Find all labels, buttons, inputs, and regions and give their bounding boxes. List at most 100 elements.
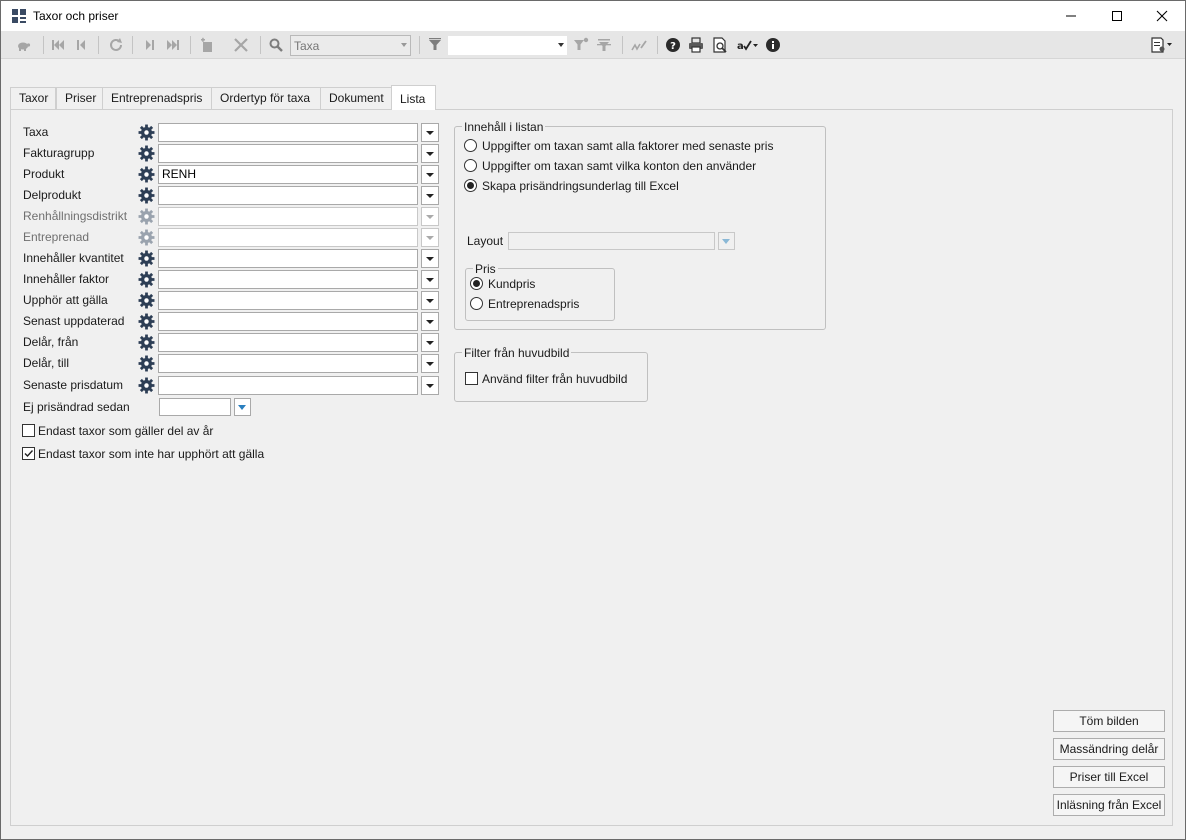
minimize-button[interactable] [1048, 1, 1094, 31]
kundpris-label: Kundpris [488, 277, 536, 291]
checkmark-icon [24, 450, 34, 458]
field-label-senast-uppdaterad: Senast uppdaterad [23, 314, 125, 328]
svg-text:?: ? [670, 41, 676, 52]
field-label-taxa: Taxa [23, 125, 49, 139]
entreprenadspris-radio[interactable] [470, 297, 483, 310]
layout-label: Layout [467, 234, 504, 248]
info-icon[interactable] [765, 37, 781, 53]
search-select[interactable]: Taxa [290, 35, 411, 56]
tab-dokument[interactable]: Dokument [320, 87, 392, 109]
delprodukt-input[interactable] [158, 186, 418, 205]
part-year-checkbox-label: Endast taxor som gäller del av år [38, 424, 214, 438]
innehaller-faktor-input[interactable] [158, 270, 418, 289]
tab-ordertyp-for-taxa[interactable]: Ordertyp för taxa [211, 87, 321, 109]
delete-icon[interactable] [233, 37, 249, 53]
fakturagrupp-dropdown-button[interactable] [421, 144, 439, 163]
tab-priser[interactable]: Priser [56, 87, 103, 109]
senast-uppdaterad-input[interactable] [158, 312, 418, 331]
field-label-renhallningsdistrikt: Renhållningsdistrikt [23, 209, 128, 223]
delar-fran-dropdown-button[interactable] [421, 333, 439, 352]
close-button[interactable] [1139, 1, 1185, 31]
produkt-input[interactable]: RENH [158, 165, 418, 184]
fakturagrupp-input[interactable] [158, 144, 418, 163]
tab-taxor[interactable]: Taxor [10, 87, 56, 109]
turtle-icon[interactable] [15, 37, 31, 53]
mass-change-part-year-button[interactable]: Massändring delår [1053, 738, 1165, 760]
produkt-dropdown-button[interactable] [421, 165, 439, 184]
app-grid-icon [12, 9, 26, 23]
innehaller-kvantitet-dropdown-button[interactable] [421, 249, 439, 268]
delprodukt-dropdown-button[interactable] [421, 186, 439, 205]
upphor-att-galla-dropdown-button[interactable] [421, 291, 439, 310]
filter-add-icon[interactable] [573, 37, 589, 53]
gear-icon[interactable] [138, 145, 155, 162]
filter-icon[interactable] [427, 37, 443, 53]
prices-to-excel-button[interactable]: Priser till Excel [1053, 766, 1165, 788]
delar-fran-input[interactable] [158, 333, 418, 352]
print-preview-icon[interactable] [712, 37, 728, 53]
filter-clear-icon[interactable] [596, 37, 612, 53]
import-from-excel-button[interactable]: Inläsning från Excel [1053, 794, 1165, 816]
senaste-prisdatum-dropdown-button[interactable] [421, 376, 439, 395]
field-label-ej-prisandrad-sedan: Ej prisändrad sedan [23, 400, 130, 414]
delar-till-input[interactable] [158, 354, 418, 373]
refresh-icon[interactable] [108, 37, 124, 53]
field-label-produkt: Produkt [23, 167, 65, 181]
clear-form-button[interactable]: Töm bilden [1053, 710, 1165, 732]
spellcheck-menu-icon[interactable]: a [737, 37, 759, 53]
settings-menu-icon[interactable] [1151, 37, 1173, 53]
use-main-filter-checkbox[interactable] [465, 372, 478, 385]
tab-entreprenadspris[interactable]: Entreprenadspris [102, 87, 212, 109]
content-option-all-factors-radio[interactable] [464, 139, 477, 152]
signature-icon[interactable] [631, 37, 647, 53]
field-label-senaste-prisdatum: Senaste prisdatum [23, 378, 124, 392]
gear-icon[interactable] [138, 271, 155, 288]
taxa-dropdown-button[interactable] [421, 123, 439, 142]
filter-select[interactable] [447, 35, 568, 56]
gear-icon[interactable] [138, 187, 155, 204]
app-window: Taxor och priser Taxa ? a Taxor Priser E… [0, 0, 1186, 840]
gear-icon[interactable] [138, 292, 155, 309]
content-option-accounts-radio[interactable] [464, 159, 477, 172]
kundpris-radio[interactable] [470, 277, 483, 290]
upphor-att-galla-input[interactable] [158, 291, 418, 310]
search-icon[interactable] [268, 37, 284, 53]
field-label-delprodukt: Delprodukt [23, 188, 82, 202]
senast-uppdaterad-dropdown-button[interactable] [421, 312, 439, 331]
gear-icon[interactable] [138, 124, 155, 141]
innehaller-kvantitet-input[interactable] [158, 249, 418, 268]
gear-icon[interactable] [138, 313, 155, 330]
part-year-checkbox[interactable] [22, 424, 35, 437]
gear-icon[interactable] [138, 250, 155, 267]
previous-record-icon[interactable] [73, 37, 89, 53]
delar-till-dropdown-button[interactable] [421, 354, 439, 373]
date-picker-button[interactable] [234, 398, 251, 416]
maximize-button[interactable] [1094, 1, 1140, 31]
help-icon[interactable]: ? [665, 37, 681, 53]
gear-icon [138, 229, 155, 246]
last-record-icon[interactable] [165, 37, 181, 53]
not-expired-checkbox[interactable] [22, 447, 35, 460]
senaste-prisdatum-input[interactable] [158, 376, 418, 395]
filter-group-legend: Filter från huvudbild [462, 346, 572, 360]
gear-icon[interactable] [138, 334, 155, 351]
field-label-fakturagrupp: Fakturagrupp [23, 146, 95, 160]
next-record-icon[interactable] [142, 37, 158, 53]
content-group-legend: Innehåll i listan [462, 120, 546, 134]
content-option-accounts-label: Uppgifter om taxan samt vilka konton den… [482, 159, 757, 173]
renhallningsdistrikt-input [158, 207, 418, 226]
use-main-filter-label: Använd filter från huvudbild [482, 372, 628, 386]
first-record-icon[interactable] [50, 37, 66, 53]
new-record-icon[interactable] [199, 37, 215, 53]
title-bar: Taxor och priser [1, 1, 1185, 31]
innehaller-faktor-dropdown-button[interactable] [421, 270, 439, 289]
gear-icon[interactable] [138, 166, 155, 183]
ej-prisandrad-sedan-input[interactable] [159, 398, 231, 416]
taxa-input[interactable] [158, 123, 418, 142]
gear-icon[interactable] [138, 355, 155, 372]
print-icon[interactable] [688, 37, 704, 53]
gear-icon[interactable] [138, 377, 155, 394]
tab-lista[interactable]: Lista [391, 85, 436, 110]
renhallningsdistrikt-dropdown-button [421, 207, 439, 226]
content-option-excel-radio[interactable] [464, 179, 477, 192]
